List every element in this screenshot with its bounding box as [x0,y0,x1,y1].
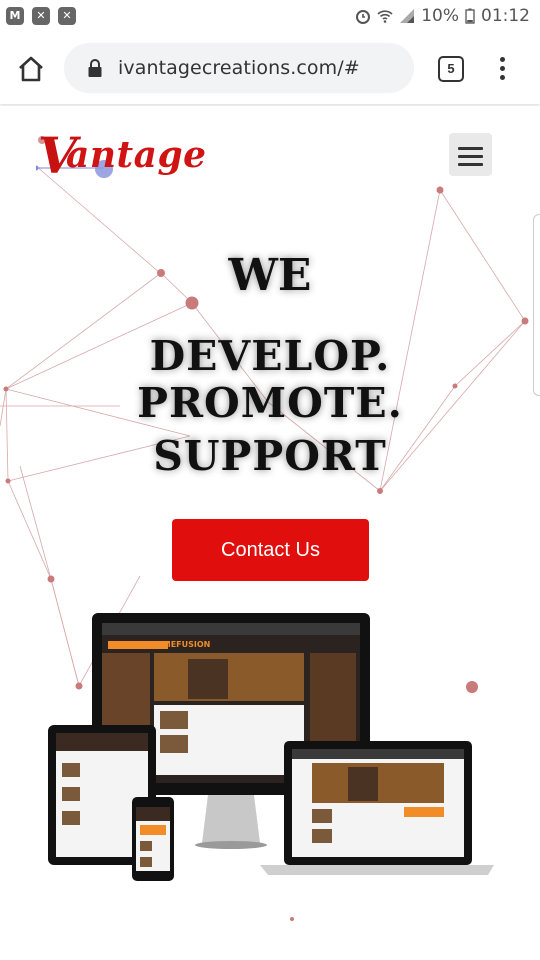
battery-icon [465,8,475,24]
m-app-icon: M [6,7,24,25]
menu-dot [499,66,505,71]
status-bar: M ✕ ✕ 10% 01:12 [0,0,540,34]
menu-bar [458,163,483,166]
cross-app-icon: ✕ [32,7,50,25]
menu-dot [499,57,505,62]
device-mockup-image: GAMEFUSION [48,613,494,881]
home-icon[interactable] [16,54,46,84]
menu-dot [499,75,505,80]
contact-us-button[interactable]: Contact Us [172,519,369,581]
hero-line-develop: DEVELOP. [149,332,391,380]
menu-bar [458,155,483,158]
site-menu-button[interactable] [449,133,492,176]
menu-bar [458,147,483,150]
signal-icon [400,9,415,23]
hero-line-support: SUPPORT [153,432,387,480]
notification-icons: M ✕ ✕ [6,7,76,25]
lock-icon [88,59,102,77]
clock: 01:12 [481,6,530,26]
hero-we: WE [228,250,312,301]
alarm-icon [356,10,371,24]
url-text[interactable]: ivantagecreations.com/# [118,57,360,79]
cross-app-icon: ✕ [58,7,76,25]
tab-switcher-button[interactable]: 5 [438,56,464,82]
battery-percent: 10% [421,6,459,26]
web-page: V antage WE DEVELOP. PROMOTE. SUPPORT Co… [0,106,540,960]
system-icons: 10% 01:12 [355,6,530,26]
hero-line-promote: PROMOTE. [137,379,403,427]
mockup-brand-text: GAMEFUSION [150,640,210,649]
browser-toolbar: ivantagecreations.com/# 5 [0,34,540,104]
site-logo[interactable]: V antage [36,126,226,188]
browser-menu-button[interactable] [492,54,512,84]
address-bar[interactable]: ivantagecreations.com/# [64,43,414,93]
logo-wordmark: antage [66,134,207,176]
wifi-icon [377,10,393,23]
